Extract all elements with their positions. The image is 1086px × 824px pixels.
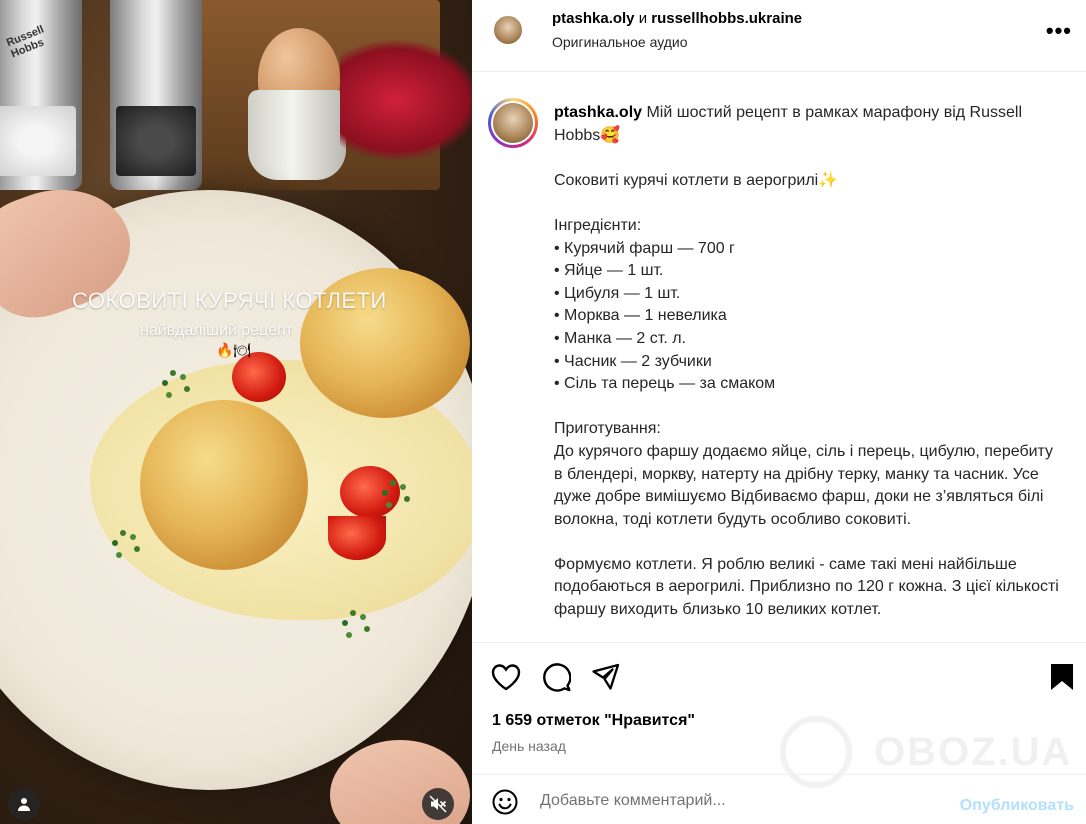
- video-overlay-emoji: 🔥🍽: [216, 342, 252, 358]
- comment-button[interactable]: [540, 661, 572, 693]
- heart-icon: [491, 664, 521, 691]
- microgreens: [170, 370, 176, 376]
- share-button[interactable]: [590, 661, 622, 693]
- cutlet-front: [140, 400, 308, 570]
- user-icon: [18, 798, 30, 811]
- caption-username-link[interactable]: ptashka.oly: [554, 104, 642, 121]
- comment-input[interactable]: [540, 789, 940, 813]
- post-details-panel: ptashka.oly и russellhobbs.ukraine Ориги…: [472, 0, 1086, 824]
- egg-cup: [248, 90, 346, 180]
- tagged-users-button[interactable]: [8, 788, 40, 820]
- post-media[interactable]: Russell Hobbs СОКОВИТІ КУРЯЧІ КОТЛЕТИ на…: [0, 0, 472, 824]
- tomato-half: [232, 352, 286, 402]
- smiley-icon: [492, 789, 518, 815]
- video-overlay-title: СОКОВИТІ КУРЯЧІ КОТЛЕТИ: [72, 288, 387, 313]
- caption-text: ptashka.oly Мій шостий рецепт в рамках м…: [554, 102, 1064, 622]
- mute-button[interactable]: [422, 788, 454, 820]
- poinsettia-flower: [340, 40, 472, 160]
- coauthor-username-link[interactable]: russellhobbs.ukraine: [651, 10, 802, 27]
- post-comment-button[interactable]: Опубликовать: [960, 797, 1074, 815]
- paper-plane-icon: [592, 663, 620, 690]
- post-authors: ptashka.oly и russellhobbs.ukraine: [552, 10, 802, 27]
- microgreens: [350, 610, 356, 616]
- salt-grinder: Russell Hobbs: [0, 0, 82, 190]
- pepper-grinder: [110, 0, 202, 190]
- emoji-button[interactable]: [492, 789, 518, 820]
- caption-body: Мій шостий рецепт в рамках марафону від …: [554, 104, 1059, 619]
- grinder-brand: Russell Hobbs: [4, 23, 46, 61]
- comment-bar: Опубликовать: [472, 774, 1086, 824]
- likes-count[interactable]: 1 659 отметок "Нравится": [492, 712, 695, 730]
- tomato-half: [328, 516, 386, 560]
- post-caption: ptashka.oly Мій шостий рецепт в рамках м…: [472, 72, 1086, 642]
- comment-bubble-icon: [543, 663, 571, 692]
- microgreens: [120, 530, 126, 536]
- post-header: ptashka.oly и russellhobbs.ukraine Ориги…: [472, 0, 1086, 72]
- microgreens: [390, 480, 396, 486]
- muted-speaker-icon: [429, 795, 447, 813]
- caption-author-avatar[interactable]: [491, 101, 535, 145]
- tomato-half: [340, 466, 400, 518]
- video-overlay-subtitle: найвдаліший рецепт: [140, 322, 293, 339]
- post-date[interactable]: День назад: [492, 738, 566, 754]
- like-button[interactable]: [490, 661, 522, 693]
- post-actions: [472, 642, 1086, 712]
- story-ring[interactable]: [488, 98, 538, 148]
- more-options-icon[interactable]: •••: [1046, 18, 1072, 44]
- audio-link[interactable]: Оригинальное аудио: [552, 34, 688, 50]
- authors-conjunction: и: [634, 10, 652, 27]
- bookmark-filled-icon: [1051, 664, 1073, 690]
- author-avatar[interactable]: [492, 14, 524, 46]
- author-username-link[interactable]: ptashka.oly: [552, 10, 635, 27]
- save-button[interactable]: [1046, 661, 1078, 693]
- oboz-watermark: OBOZ.UA: [874, 730, 1073, 774]
